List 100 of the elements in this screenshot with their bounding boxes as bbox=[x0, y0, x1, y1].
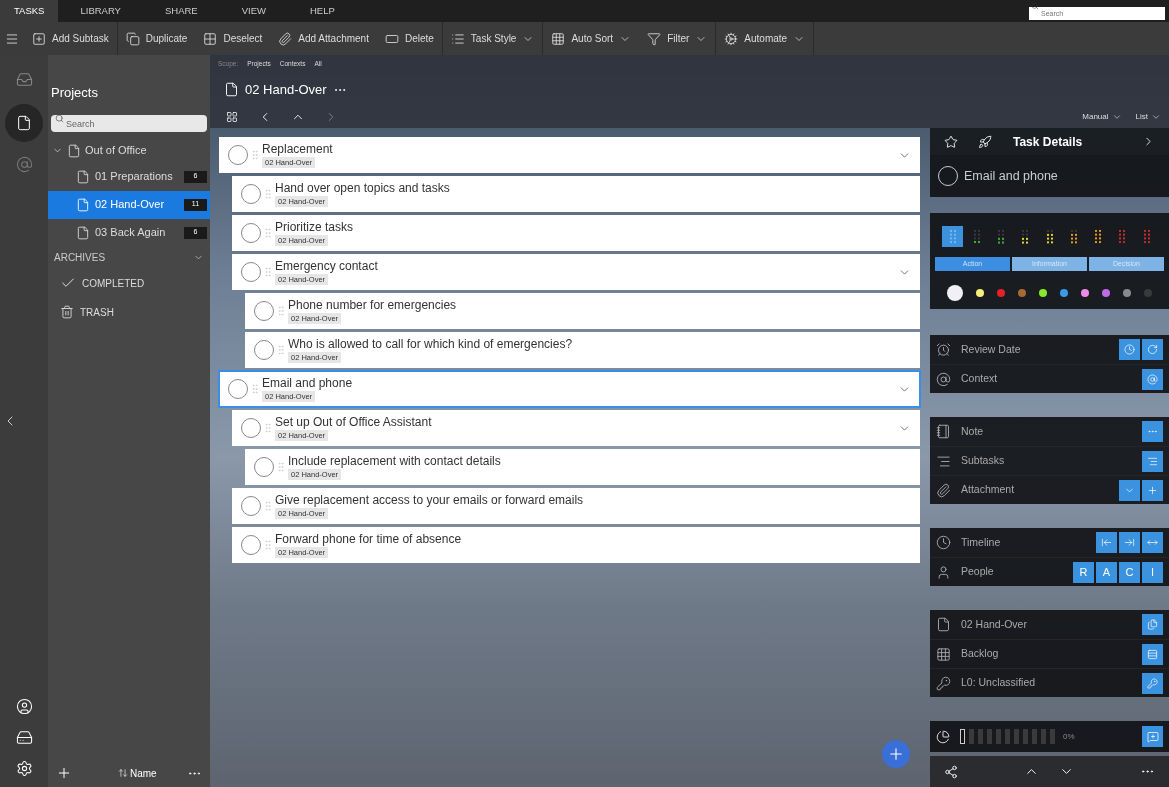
toolbar-button[interactable]: Add Subtask bbox=[24, 22, 117, 55]
inbox-icon[interactable] bbox=[15, 71, 33, 88]
details-title: Task Details bbox=[1013, 133, 1084, 151]
drag-handle-icon bbox=[275, 461, 287, 473]
task-title: Forward phone for time of absence bbox=[275, 532, 462, 547]
context-button[interactable] bbox=[1142, 368, 1163, 390]
list-icon bbox=[450, 31, 465, 46]
toolbar-button[interactable]: Task Style bbox=[442, 22, 543, 55]
menu-tab[interactable]: LIBRARY bbox=[66, 0, 135, 22]
toolbar-button[interactable]: Auto Sort bbox=[543, 22, 640, 55]
drag-handle-icon bbox=[262, 227, 274, 239]
at-sign-icon bbox=[936, 371, 951, 387]
task-title: Emergency contact bbox=[275, 259, 378, 274]
filter-icon bbox=[647, 31, 662, 46]
menu-tab[interactable]: SHARE bbox=[150, 0, 212, 22]
document-icon bbox=[76, 225, 90, 240]
menu-tab[interactable]: VIEW bbox=[227, 0, 280, 22]
key-icon bbox=[936, 675, 951, 691]
notebook-icon bbox=[936, 424, 951, 439]
user-icon[interactable] bbox=[15, 698, 33, 715]
grid-icon bbox=[936, 646, 951, 662]
color-swatch[interactable] bbox=[1039, 289, 1047, 297]
color-swatch[interactable] bbox=[976, 289, 984, 297]
color-swatch[interactable] bbox=[1102, 289, 1110, 297]
comment-plus-icon bbox=[1146, 730, 1159, 743]
color-swatch[interactable] bbox=[1060, 289, 1068, 297]
settings-icon[interactable] bbox=[15, 760, 33, 777]
toolbar-button[interactable]: Duplicate bbox=[117, 22, 196, 55]
star-icon[interactable] bbox=[944, 134, 958, 149]
clock-icon bbox=[1124, 344, 1135, 355]
detail-label: Backlog bbox=[961, 646, 1000, 662]
grid-icon[interactable] bbox=[226, 111, 238, 124]
document-icon bbox=[16, 115, 32, 131]
toolbar-button[interactable]: Add Attachment bbox=[270, 22, 377, 55]
task-name: Email and phone bbox=[964, 167, 1058, 185]
archive-item[interactable]: TRASH bbox=[48, 297, 210, 327]
classification-button[interactable] bbox=[1142, 672, 1163, 694]
toolbar-button[interactable]: Delete bbox=[376, 22, 442, 55]
progress-thumb[interactable] bbox=[960, 729, 965, 744]
drag-handle-icon bbox=[262, 539, 274, 551]
add-attachment-button[interactable] bbox=[1142, 479, 1163, 501]
color-swatch[interactable] bbox=[1123, 289, 1131, 297]
menu-tab[interactable]: TASKS bbox=[0, 0, 59, 22]
drag-handle-icon bbox=[262, 500, 274, 512]
drag-handle-icon bbox=[275, 344, 287, 356]
document-icon bbox=[67, 143, 81, 158]
detail-label: Note bbox=[961, 423, 985, 439]
start-button[interactable] bbox=[1096, 532, 1117, 553]
project-title: 02 Hand-Over bbox=[245, 80, 327, 99]
document-icon bbox=[76, 169, 90, 184]
toolbar-button[interactable]: Automate bbox=[716, 22, 814, 55]
at-sign-icon[interactable] bbox=[15, 156, 33, 173]
subtasks-button[interactable] bbox=[1142, 450, 1163, 472]
detail-label: L0: Unclassified bbox=[961, 675, 1037, 691]
archives-header[interactable]: ARCHIVES bbox=[48, 246, 210, 269]
paperclip-icon bbox=[278, 31, 293, 46]
attachment-menu-button[interactable] bbox=[1119, 479, 1140, 501]
storage-icon[interactable] bbox=[15, 729, 33, 746]
task-title: Set up Out of Office Assistant bbox=[275, 415, 432, 430]
color-swatch[interactable] bbox=[1018, 289, 1026, 297]
paperclip-icon bbox=[936, 482, 951, 498]
archive-item[interactable]: COMPLETED bbox=[48, 268, 210, 298]
drag-handle-icon bbox=[262, 422, 274, 434]
color-swatch[interactable] bbox=[1081, 289, 1089, 297]
detail-label: Subtasks bbox=[961, 453, 1006, 469]
toolbar-button[interactable]: Deselect bbox=[195, 22, 271, 55]
task-title: Phone number for emergencies bbox=[288, 298, 457, 313]
task-title: Give replacement access to your emails or forward emails bbox=[275, 493, 584, 508]
duplicate-icon bbox=[125, 31, 140, 46]
sidebar-search-field[interactable]: Search bbox=[51, 115, 207, 132]
plus-icon bbox=[887, 745, 905, 763]
project-folder[interactable]: Out of Office bbox=[48, 138, 210, 163]
drag-handle-icon bbox=[275, 305, 287, 317]
backlog-button[interactable] bbox=[1142, 643, 1163, 665]
task-title: Replacement bbox=[262, 142, 333, 157]
task-title: Include replacement with contact details bbox=[288, 454, 501, 469]
color-swatch[interactable] bbox=[947, 285, 963, 301]
person-icon bbox=[936, 564, 951, 580]
at-sign-icon bbox=[1147, 373, 1158, 385]
share-icon[interactable] bbox=[944, 764, 958, 779]
menu-icon[interactable] bbox=[5, 31, 19, 46]
drag-handle-icon bbox=[249, 383, 261, 395]
add-task-button[interactable] bbox=[882, 740, 910, 768]
repeat-icon bbox=[1147, 344, 1158, 355]
arrow-to-line-icon bbox=[1124, 537, 1135, 548]
sort-button[interactable]: Name bbox=[118, 765, 157, 781]
detail-label: Timeline bbox=[961, 534, 1002, 550]
pie-chart-icon bbox=[936, 729, 950, 744]
rows-icon bbox=[1147, 648, 1158, 660]
color-swatch[interactable] bbox=[997, 289, 1005, 297]
document-icon bbox=[224, 82, 239, 97]
menu-tab[interactable]: HELP bbox=[295, 0, 349, 22]
add-icon[interactable] bbox=[56, 765, 72, 781]
color-swatch[interactable] bbox=[1144, 289, 1152, 297]
sidebar-title: Projects bbox=[51, 84, 99, 102]
projects-nav-button[interactable] bbox=[5, 104, 43, 142]
view-dropdown[interactable]: List bbox=[1135, 111, 1161, 124]
sort-dropdown[interactable]: Manual bbox=[1082, 111, 1122, 124]
rocket-icon[interactable] bbox=[978, 134, 992, 149]
toolbar-button[interactable]: Filter bbox=[639, 22, 716, 55]
